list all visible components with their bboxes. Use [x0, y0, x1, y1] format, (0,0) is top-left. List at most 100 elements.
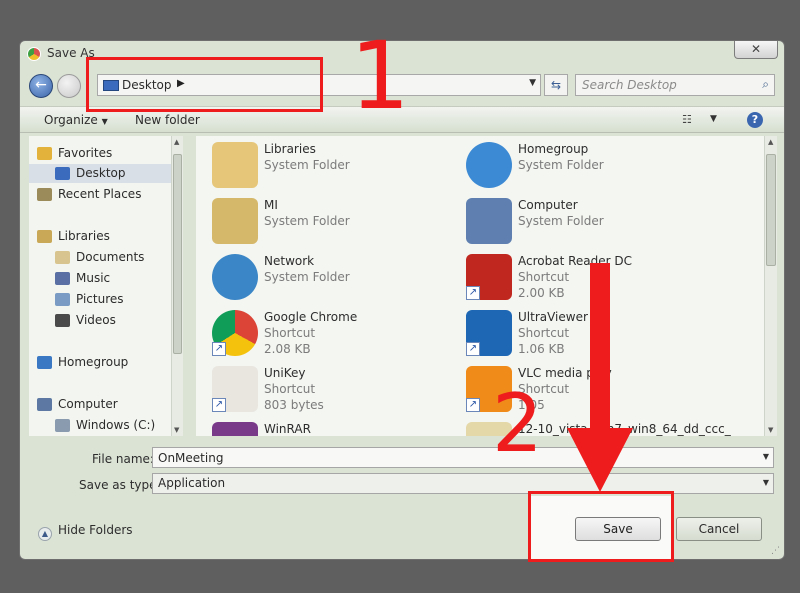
- file-size: 803 bytes: [264, 398, 324, 412]
- sidebar-item-label: Favorites: [58, 146, 113, 160]
- shortcut-arrow-icon: ↗: [466, 286, 480, 300]
- file-type: System Folder: [264, 270, 350, 284]
- computer-icon: [466, 198, 512, 244]
- chevron-up-icon: ▲: [38, 527, 52, 541]
- shortcut-arrow-icon: ↗: [212, 398, 226, 412]
- sidebar-item-documents[interactable]: Documents: [55, 248, 180, 267]
- annotation-number-2: 2: [492, 377, 543, 470]
- scroll-up-icon[interactable]: ▲: [174, 138, 179, 146]
- sidebar-item-libraries[interactable]: Libraries: [37, 227, 180, 246]
- organize-button[interactable]: Organize ▼: [44, 113, 108, 127]
- file-name: 12-10_vista_win7_win8_64_dd_ccc_: [518, 422, 731, 436]
- close-button[interactable]: ✕: [734, 41, 778, 59]
- save-as-type-value: Application: [158, 476, 226, 490]
- forward-button[interactable]: [57, 74, 81, 98]
- sidebar-item-videos[interactable]: Videos: [55, 311, 180, 330]
- sidebar-item-label: Documents: [76, 250, 145, 264]
- file-type: System Folder: [264, 158, 350, 172]
- file-scroll-thumb[interactable]: [766, 154, 776, 266]
- list-item[interactable]: Homegroup System Folder: [456, 138, 696, 194]
- sidebar-item-label: Computer: [58, 397, 118, 411]
- file-size: 1.06 KB: [518, 342, 565, 356]
- nav-scroll-thumb[interactable]: [173, 154, 182, 354]
- help-button[interactable]: ?: [747, 112, 763, 128]
- save-as-type-dropdown-icon[interactable]: ▼: [763, 478, 769, 487]
- sidebar-item-label: Homegroup: [58, 355, 129, 369]
- view-options-icon[interactable]: ☷: [682, 113, 692, 126]
- scroll-up-icon[interactable]: ▲: [768, 138, 773, 146]
- nav-scrollbar[interactable]: ▲ ▼: [171, 136, 183, 436]
- hide-folders-toggle[interactable]: ▲ Hide Folders: [38, 523, 133, 541]
- sidebar-item-favorites[interactable]: Favorites: [37, 144, 180, 163]
- star-icon: [37, 147, 52, 160]
- sidebar-item-desktop[interactable]: Desktop: [29, 164, 179, 183]
- resize-grip-icon[interactable]: ⋰: [771, 546, 780, 556]
- file-scrollbar[interactable]: ▲ ▼: [764, 136, 777, 436]
- back-arrow-icon: ←: [35, 77, 47, 93]
- annotation-number-1: 1: [350, 22, 410, 131]
- sidebar-item-homegroup[interactable]: Homegroup: [37, 353, 180, 372]
- list-item[interactable]: ↗ UltraViewer Shortcut 1.06 KB: [456, 306, 696, 362]
- list-item[interactable]: Computer System Folder: [456, 194, 696, 250]
- search-icon[interactable]: ⌕: [762, 77, 769, 92]
- recent-places-icon: [37, 188, 52, 201]
- chrome-icon: [27, 47, 41, 61]
- sidebar-item-music[interactable]: Music: [55, 269, 180, 288]
- shortcut-arrow-icon: ↗: [466, 342, 480, 356]
- sidebar-item-label: Recent Places: [58, 187, 142, 201]
- file-name-input[interactable]: [153, 448, 753, 467]
- user-folder-icon: [212, 198, 258, 244]
- save-as-type-select[interactable]: Application ▼: [152, 473, 774, 494]
- hide-folders-label: Hide Folders: [58, 523, 133, 537]
- list-item[interactable]: ↗ UniKey Shortcut 803 bytes: [202, 362, 442, 418]
- sidebar-item-computer[interactable]: Computer: [37, 395, 180, 414]
- refresh-button[interactable]: ⇆: [544, 74, 568, 96]
- file-name-label: File name:: [92, 452, 154, 466]
- file-type: System Folder: [518, 158, 604, 172]
- file-list: Libraries System Folder Homegroup System Fo…: [196, 136, 764, 436]
- search-input[interactable]: [576, 75, 750, 95]
- scroll-down-icon[interactable]: ▼: [768, 426, 773, 434]
- refresh-icon: ⇆: [550, 78, 562, 92]
- music-icon: [55, 272, 70, 285]
- file-name: Acrobat Reader DC: [518, 254, 632, 268]
- sidebar-item-label: Pictures: [76, 292, 124, 306]
- file-name: Homegroup: [518, 142, 589, 156]
- file-type: Shortcut: [264, 326, 316, 340]
- list-item[interactable]: Network System Folder: [202, 250, 442, 306]
- list-item[interactable]: ↗ Google Chrome Shortcut 2.08 KB: [202, 306, 442, 362]
- file-size: 2.08 KB: [264, 342, 311, 356]
- computer-icon: [37, 398, 52, 411]
- view-dropdown-icon[interactable]: ▼: [710, 114, 717, 124]
- file-name: MI: [264, 198, 278, 212]
- shortcut-arrow-icon: ↗: [466, 398, 480, 412]
- list-item[interactable]: ↗ Acrobat Reader DC Shortcut 2.00 KB: [456, 250, 696, 306]
- list-item[interactable]: Libraries System Folder: [202, 138, 442, 194]
- sidebar-item-label: Desktop: [76, 166, 126, 180]
- list-item[interactable]: MI System Folder: [202, 194, 442, 250]
- cancel-button[interactable]: Cancel: [676, 517, 762, 541]
- homegroup-icon: [37, 356, 52, 369]
- search-box[interactable]: ⌕: [575, 74, 775, 96]
- save-as-type-label: Save as type:: [79, 478, 161, 492]
- chevron-down-icon: ▼: [101, 117, 108, 126]
- sidebar-item-label: Music: [76, 271, 111, 285]
- list-item[interactable]: WinRAR: [202, 418, 442, 436]
- network-icon: [212, 254, 258, 300]
- libraries-icon: [37, 230, 52, 243]
- file-type: Shortcut: [518, 326, 570, 340]
- drive-icon: [55, 419, 70, 432]
- address-dropdown-icon[interactable]: ▼: [529, 78, 536, 88]
- winrar-icon: [212, 422, 258, 436]
- shortcut-arrow-icon: ↗: [212, 342, 226, 356]
- back-button[interactable]: ←: [29, 74, 53, 98]
- sidebar-item-label: Videos: [76, 313, 116, 327]
- sidebar-item-recent-places[interactable]: Recent Places: [37, 185, 180, 204]
- new-folder-button[interactable]: New folder: [135, 113, 200, 127]
- pictures-icon: [55, 293, 70, 306]
- sidebar-item-windows-c[interactable]: Windows (C:): [55, 416, 180, 435]
- scroll-down-icon[interactable]: ▼: [174, 426, 179, 434]
- sidebar-item-pictures[interactable]: Pictures: [55, 290, 180, 309]
- file-name-field[interactable]: ▼: [152, 447, 774, 468]
- file-name-dropdown-icon[interactable]: ▼: [763, 452, 769, 461]
